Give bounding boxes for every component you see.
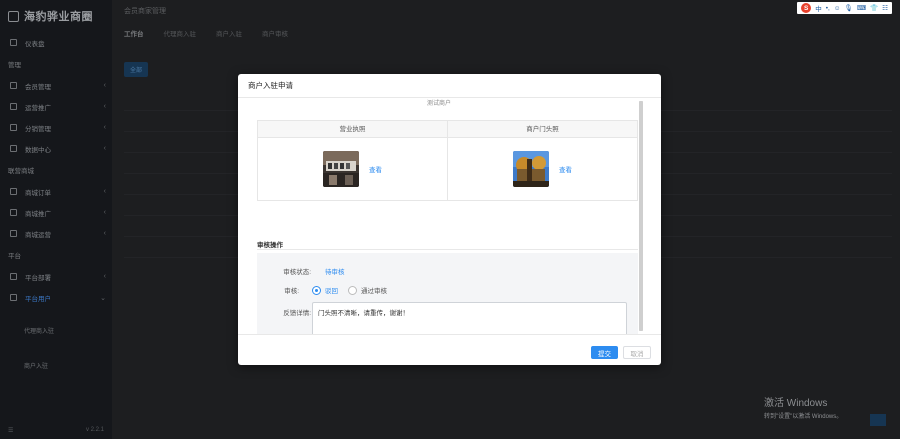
tab-workbench[interactable]: 工作台 — [124, 28, 144, 38]
sidebar-item-mall-orders[interactable]: 商城订单 ‹ — [0, 181, 112, 202]
users-icon — [10, 294, 17, 301]
sidebar-item-platform-users[interactable]: 平台用户 ⌄ — [0, 287, 112, 308]
mall-ops-icon — [10, 230, 17, 237]
sidebar-group-mall: 联营商城 — [8, 168, 34, 175]
ime-menu-icon[interactable]: ☷ — [882, 4, 888, 12]
tab-bar: 工作台 代理商入驻 商户入驻 商户审核 — [112, 22, 900, 44]
filter-row: 全部 — [124, 62, 149, 77]
members-icon — [10, 82, 17, 89]
chevron-left-icon: ‹ — [103, 124, 106, 131]
ime-mode[interactable]: 中 — [815, 3, 822, 13]
photo-table-header: 营业执照 商户门头照 — [258, 121, 637, 138]
modal-footer: 提交 取消 — [238, 334, 661, 365]
ime-punct-icon[interactable]: •, — [826, 5, 830, 12]
sidebar-item-mall-promo[interactable]: 商城推广 ‹ — [0, 202, 112, 223]
photo-table: 营业执照 商户门头照 查看 查看 — [257, 120, 638, 201]
windows-activation-watermark: 激活 Windows 转到"设置"以激活 Windows。 — [764, 398, 843, 420]
submit-button[interactable]: 提交 — [591, 346, 618, 359]
license-thumbnail[interactable] — [323, 151, 359, 187]
sidebar-item-members[interactable]: 会员管理 ‹ — [0, 75, 112, 96]
logo-icon — [8, 10, 19, 22]
scrollbar-thumb[interactable] — [639, 101, 643, 331]
ime-logo-icon: S — [801, 3, 812, 13]
ime-toolbar[interactable]: S 中 •, ☺ 🎙 ⌨ 👕 ☷ — [797, 2, 892, 14]
sidebar-group-platform: 平台 — [8, 253, 21, 260]
deploy-icon — [10, 273, 17, 280]
tab-merchant-entry[interactable]: 商户入驻 — [216, 28, 242, 38]
status-label: 审核状态: — [283, 269, 311, 276]
feedback-label: 反馈详情: — [283, 310, 311, 317]
chevron-left-icon: ‹ — [103, 103, 106, 110]
page-button[interactable] — [870, 414, 886, 426]
status-row: 审核状态: 待审核 — [257, 266, 345, 276]
feedback-row: 反馈详情: — [257, 307, 311, 317]
chevron-left-icon: ‹ — [103, 273, 106, 280]
chevron-left-icon: ‹ — [103, 209, 106, 216]
menu-toggle-icon[interactable]: ☰ — [8, 427, 13, 434]
chevron-left-icon: ‹ — [103, 230, 106, 237]
sidebar-subitem-agent[interactable]: 代理商入驻 — [0, 322, 112, 339]
logo-text: 海豹骅业商圈 — [24, 11, 93, 23]
storefront-thumbnail[interactable] — [513, 151, 549, 187]
header-business-license: 营业执照 — [258, 121, 448, 137]
chevron-left-icon: ‹ — [103, 145, 106, 152]
cancel-button[interactable]: 取消 — [623, 346, 651, 359]
page-title: 会员商家管理 — [124, 8, 166, 15]
sidebar-nav: 仪表盘 管理 会员管理 ‹ 运营推广 ‹ 分销管理 ‹ 数据中心 ‹ 联营商城 商城订单… — [0, 32, 112, 374]
operations-icon — [10, 103, 17, 110]
chevron-down-icon: ⌄ — [100, 294, 106, 302]
distribution-icon — [10, 124, 17, 131]
section-divider — [257, 249, 638, 250]
sidebar-item-operations[interactable]: 运营推广 ‹ — [0, 96, 112, 117]
view-license-link[interactable]: 查看 — [369, 164, 382, 174]
tab-merchant-review[interactable]: 商户审核 — [262, 28, 288, 38]
radio-reject[interactable]: 驳回 — [312, 285, 338, 295]
photo-table-body: 查看 查看 — [258, 138, 637, 200]
ime-mic-icon[interactable]: 🎙 — [844, 4, 852, 12]
sidebar-item-distribution[interactable]: 分销管理 ‹ — [0, 117, 112, 138]
sidebar: 海豹骅业商圈 仪表盘 管理 会员管理 ‹ 运营推广 ‹ 分销管理 ‹ 数据中心 ‹ 联营… — [0, 0, 112, 439]
storefront-cell: 查看 — [448, 138, 637, 200]
modal-title: 商户入驻申请 — [238, 74, 661, 98]
data-icon — [10, 145, 17, 152]
orders-icon — [10, 188, 17, 195]
modal-body: 测试商户 营业执照 商户门头照 查看 查看 审核操作 审核状态: 待审核 审核:… — [238, 98, 661, 334]
version-label: v 2.2.1 — [85, 427, 104, 433]
promo-icon — [10, 209, 17, 216]
ime-skin-icon[interactable]: 👕 — [870, 4, 878, 12]
tab-agent-entry[interactable]: 代理商入驻 — [164, 28, 197, 38]
chevron-left-icon: ‹ — [103, 82, 106, 89]
sidebar-subitem-merchant[interactable]: 商户入驻 — [0, 357, 112, 374]
feedback-textarea[interactable]: 门头照不清晰，请重传，谢谢！ — [312, 302, 627, 334]
header-storefront-photo: 商户门头照 — [526, 126, 559, 133]
modal-scrollbar[interactable] — [639, 101, 643, 331]
sidebar-item-dashboard[interactable]: 仪表盘 — [0, 32, 112, 53]
review-section-title: 审核操作 — [257, 242, 283, 249]
ime-keyboard-icon[interactable]: ⌨ — [857, 4, 866, 12]
ime-emoji-icon[interactable]: ☺ — [834, 5, 841, 12]
review-form: 审核状态: 待审核 审核: 驳回 通过审核 反馈详情: 门头照不清晰，请重传，谢… — [257, 253, 638, 334]
merchant-name-partial: 测试商户 — [426, 101, 451, 106]
dashboard-icon — [10, 39, 17, 46]
merchant-entry-modal: 商户入驻申请 测试商户 营业执照 商户门头照 查看 查看 审核操作 审核状态: … — [238, 74, 661, 365]
chevron-left-icon: ‹ — [103, 188, 106, 195]
status-badge: 待审核 — [325, 269, 345, 276]
filter-all-button[interactable]: 全部 — [124, 62, 149, 77]
decision-row: 审核: 驳回 通过审核 — [257, 285, 397, 295]
sidebar-item-mall-ops[interactable]: 商城运营 ‹ — [0, 223, 112, 244]
decision-label: 审核: — [284, 288, 299, 295]
radio-reject-dot[interactable] — [312, 285, 321, 295]
license-cell: 查看 — [258, 138, 448, 200]
logo[interactable]: 海豹骅业商圈 — [0, 0, 112, 32]
radio-approve[interactable]: 通过审核 — [348, 285, 387, 295]
sidebar-group-manage: 管理 — [8, 62, 21, 69]
radio-approve-dot[interactable] — [348, 285, 357, 295]
sidebar-footer: ☰ v 2.2.1 — [0, 421, 112, 439]
view-storefront-link[interactable]: 查看 — [559, 164, 572, 174]
pagination — [870, 414, 886, 426]
sidebar-item-platform-deploy[interactable]: 平台部署 ‹ — [0, 266, 112, 287]
sidebar-item-data[interactable]: 数据中心 ‹ — [0, 138, 112, 159]
